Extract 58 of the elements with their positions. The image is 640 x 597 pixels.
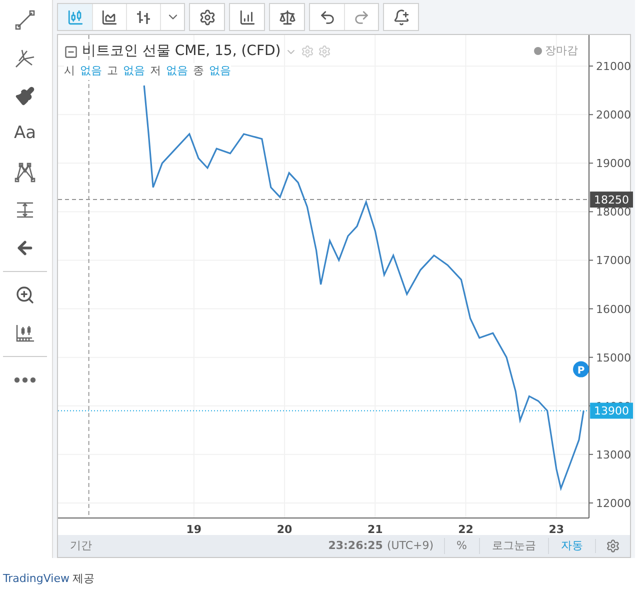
scale-option[interactable]: % (444, 538, 479, 554)
price-tick-label: 15000 (596, 351, 631, 364)
price-tick-label: 12000 (596, 496, 631, 510)
price-tick-label: 21000 (596, 60, 631, 74)
ref-line-label: 13900 (594, 404, 629, 418)
area-chart-icon (101, 8, 118, 26)
price-tick-label: 13000 (596, 448, 631, 462)
ohlc-value: 없음 (80, 63, 102, 79)
ruler-icon (14, 322, 36, 344)
ref-line-label: 18250 (594, 194, 629, 207)
undo-icon (318, 8, 336, 26)
date-tick-label: 21 (368, 523, 383, 535)
price-tick-label: 18000 (596, 206, 631, 219)
price-tick-label: 19000 (596, 157, 631, 170)
ohlc-label: 고 (107, 63, 118, 79)
ohlc-value: 없음 (166, 63, 188, 79)
settings-icon (318, 45, 331, 58)
tradingview-link[interactable]: TradingView (3, 571, 70, 588)
collapse-icon (64, 44, 78, 58)
ohlc-label: 시 (64, 63, 75, 79)
settings-icon (300, 45, 314, 58)
date-tick-label: 23 (548, 523, 564, 535)
ohlc-label: 저 (150, 63, 161, 79)
date-tick-label: 22 (458, 523, 474, 535)
scale-icon (278, 8, 296, 26)
price-tick-label: 17000 (596, 254, 631, 268)
pattern-icon (14, 161, 36, 183)
candlestick-icon (66, 8, 84, 26)
date-tick-label: 19 (186, 523, 202, 535)
timezone-label: (UTC+9) (386, 538, 434, 554)
ohlc-label: 종 (193, 63, 204, 79)
line-icon (14, 9, 36, 31)
price-tick-label: 16000 (596, 302, 631, 316)
ohlc-value: 없음 (123, 63, 145, 79)
price-marker-label: 13900 (590, 402, 633, 419)
clock-time: 23:26:25 (328, 538, 383, 554)
range-button[interactable]: 기간 (70, 538, 92, 554)
price-marker-label: 18250 (590, 192, 633, 208)
zoom-in-icon (15, 285, 35, 305)
date-tick-label: 20 (276, 523, 292, 535)
pitchfork-icon (14, 47, 36, 69)
scale-option[interactable]: 자동 (548, 538, 595, 554)
ohlc-value: 없음 (209, 63, 231, 79)
brush-icon (15, 86, 35, 106)
bell-plus-icon (392, 8, 410, 26)
scale-option[interactable]: 로그눈금 (479, 538, 548, 554)
redo-icon (353, 8, 370, 26)
chart-title: 비트코인 선물 CME, 15, (CFD) (82, 42, 281, 61)
text-tool[interactable]: Aa (14, 115, 36, 153)
market-status: 장마감 (545, 43, 578, 59)
settings-icon (198, 8, 216, 26)
price-tick-label: 20000 (596, 108, 631, 122)
p-badge: P (573, 361, 589, 378)
credit-text: 제공 (72, 571, 94, 587)
bars-icon (136, 9, 152, 25)
bar-chart-icon (238, 8, 256, 26)
settings-icon (606, 539, 620, 553)
more-icon (14, 377, 36, 383)
